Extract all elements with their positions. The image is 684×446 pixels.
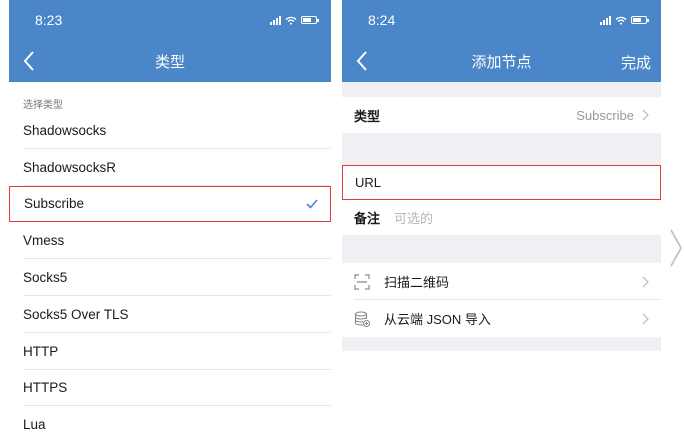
type-item-socks5[interactable]: Socks5 xyxy=(9,259,331,296)
type-item-vmess[interactable]: Vmess xyxy=(9,222,331,259)
type-list: Shadowsocks ShadowsocksR Subscribe Vmess… xyxy=(9,112,331,443)
chevron-right-icon xyxy=(642,276,649,287)
note-label: 备注 xyxy=(354,211,381,226)
url-field[interactable]: URL xyxy=(342,165,661,200)
url-label: URL xyxy=(355,175,382,190)
status-icons xyxy=(600,15,649,25)
section-gap xyxy=(342,235,661,263)
status-bar: 8:23 xyxy=(9,0,331,40)
status-bar: 8:24 xyxy=(342,0,661,40)
type-item-http[interactable]: HTTP xyxy=(9,333,331,370)
next-arrow-icon[interactable] xyxy=(670,228,682,268)
type-item-shadowsocksr[interactable]: ShadowsocksR xyxy=(9,149,331,186)
type-row[interactable]: 类型 Subscribe xyxy=(342,97,661,133)
cloud-import-label: 从云端 JSON 导入 xyxy=(384,312,491,327)
page-title: 添加节点 xyxy=(471,53,532,71)
wifi-icon xyxy=(285,16,297,25)
type-item-socks5-over-tls[interactable]: Socks5 Over TLS xyxy=(9,296,331,333)
type-selection-screen: 8:23 类型 选择类型 Shadowsocks ShadowsocksR Su… xyxy=(9,0,331,446)
nav-bar: 类型 xyxy=(9,40,331,82)
add-node-screen: 8:24 添加节点 完成 类型 Subscribe URL 备注 可选的 扫描二… xyxy=(342,0,661,446)
back-button[interactable] xyxy=(342,40,382,82)
scan-qr-label: 扫描二维码 xyxy=(384,275,450,290)
section-gap xyxy=(342,82,661,97)
section-gap xyxy=(342,133,661,165)
status-time: 8:23 xyxy=(35,12,63,28)
back-arrow-icon xyxy=(23,51,34,71)
section-gap xyxy=(342,337,661,351)
type-item-https[interactable]: HTTPS xyxy=(9,370,331,407)
scan-qr-row[interactable]: 扫描二维码 xyxy=(342,263,661,300)
cloud-database-icon xyxy=(354,310,370,327)
back-arrow-icon xyxy=(356,51,367,71)
type-item-shadowsocks[interactable]: Shadowsocks xyxy=(9,112,331,149)
battery-icon xyxy=(631,16,649,24)
nav-bar: 添加节点 完成 xyxy=(342,40,661,82)
type-item-subscribe[interactable]: Subscribe xyxy=(9,185,331,223)
battery-icon xyxy=(301,16,319,24)
chevron-right-icon xyxy=(642,109,649,121)
type-item-lua[interactable]: Lua xyxy=(9,406,331,443)
checkmark-icon xyxy=(306,199,318,209)
done-button[interactable]: 完成 xyxy=(621,52,651,73)
section-header: 选择类型 xyxy=(23,100,63,111)
cloud-import-row[interactable]: 从云端 JSON 导入 xyxy=(342,300,661,337)
status-time: 8:24 xyxy=(368,12,396,28)
wifi-icon xyxy=(615,16,627,25)
status-icons xyxy=(270,15,319,25)
type-label: 类型 xyxy=(354,108,381,124)
note-field[interactable]: 备注 可选的 xyxy=(342,200,661,235)
type-value: Subscribe xyxy=(576,107,634,123)
note-placeholder: 可选的 xyxy=(394,211,434,226)
signal-icon xyxy=(270,15,281,25)
back-button[interactable] xyxy=(9,40,49,82)
qr-scan-icon xyxy=(354,273,370,290)
signal-icon xyxy=(600,15,611,25)
chevron-right-icon xyxy=(642,313,649,324)
page-title: 类型 xyxy=(154,53,185,71)
